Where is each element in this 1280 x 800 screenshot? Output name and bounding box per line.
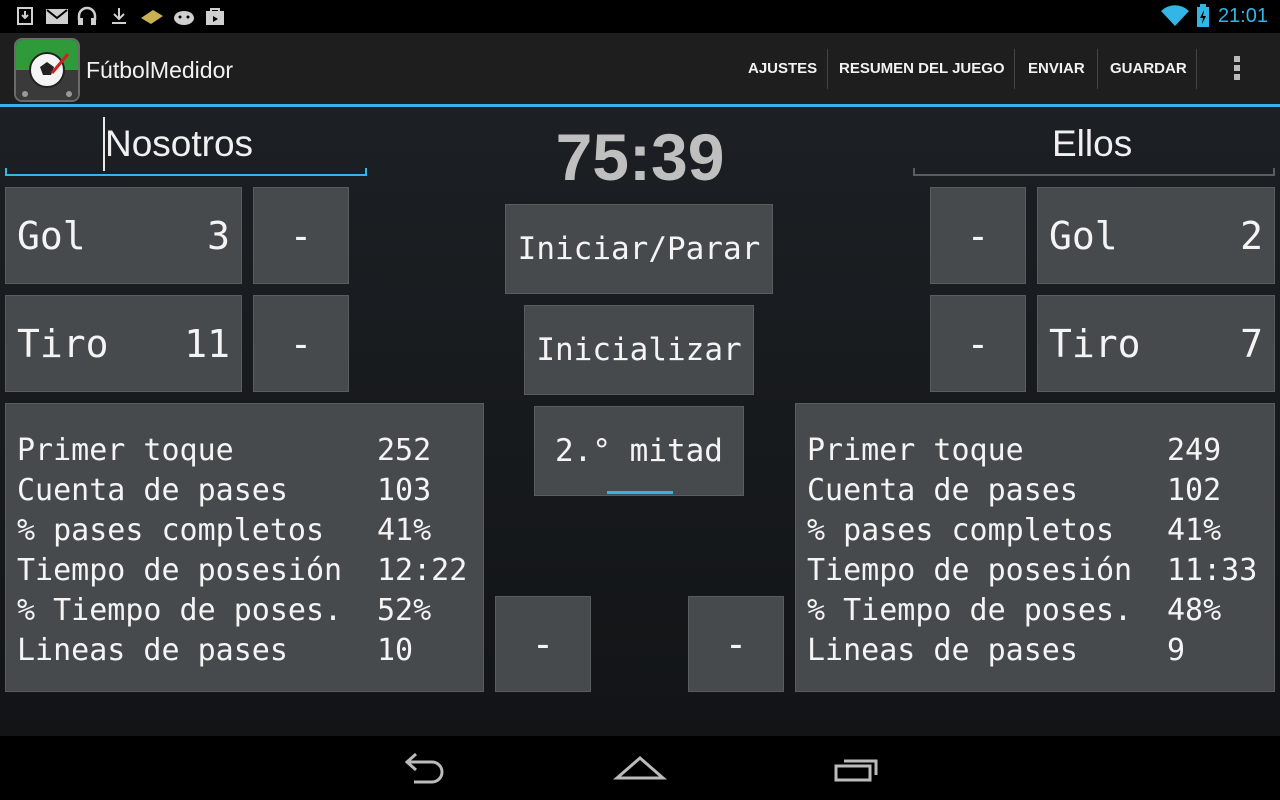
home-pases-completos: 41% — [377, 513, 432, 548]
stat-label: % Tiempo de poses. — [17, 593, 343, 628]
stat-label: Cuenta de pases — [807, 473, 1078, 508]
download-complete-icon — [14, 6, 36, 26]
home-tiempo-posesion: 12:22 — [377, 553, 468, 588]
home-gol-count: 3 — [207, 214, 230, 258]
tiro-label: Tiro — [1049, 322, 1141, 366]
shopping-bag-icon — [204, 6, 226, 26]
away-team-name-input[interactable]: Ellos — [1052, 123, 1132, 165]
home-tiro-count: 11 — [184, 322, 230, 366]
stat-label: Lineas de pases — [17, 633, 288, 668]
home-cuenta-pases: 103 — [377, 473, 432, 508]
home-team-name-input[interactable]: Nosotros — [105, 123, 253, 165]
half-selector[interactable]: 2.° mitad — [534, 406, 744, 496]
away-cuenta-pases: 102 — [1167, 473, 1222, 508]
away-tiro-button[interactable]: Tiro 7 — [1037, 295, 1275, 392]
away-gol-button[interactable]: Gol 2 — [1037, 187, 1275, 284]
away-tiempo-posesion: 11:33 — [1167, 553, 1258, 588]
ajustes-button[interactable]: AJUSTES — [748, 33, 817, 105]
home-name-underline — [5, 174, 367, 176]
overflow-menu-icon[interactable] — [1229, 53, 1245, 85]
home-tiro-button[interactable]: Tiro 11 — [5, 295, 242, 392]
home-tiempo-poses-pct: 52% — [377, 593, 432, 628]
stat-label: % pases completos — [17, 513, 325, 548]
away-tiro-minus-button[interactable]: - — [930, 295, 1026, 392]
recent-apps-icon[interactable] — [832, 748, 884, 788]
android-icon — [171, 6, 197, 26]
stat-label: Lineas de pases — [807, 633, 1078, 668]
battery-charging-icon — [1196, 4, 1210, 28]
stat-label: % Tiempo de poses. — [807, 593, 1133, 628]
status-clock: 21:01 — [1217, 5, 1268, 27]
inicializar-button[interactable]: Inicializar — [524, 305, 754, 395]
gmail-icon — [44, 6, 70, 26]
app-logo-icon[interactable] — [14, 38, 80, 102]
stat-label: Cuenta de pases — [17, 473, 288, 508]
away-name-underline-edge — [1273, 168, 1275, 176]
home-primer-toque: 252 — [377, 433, 432, 468]
scoreboard: Nosotros Ellos 75:39 Gol 3 - Tiro 11 - -… — [0, 107, 1280, 736]
home-gol-button[interactable]: Gol 3 — [5, 187, 242, 284]
app-title: FútbolMedidor — [86, 57, 234, 83]
guardar-button[interactable]: GUARDAR — [1110, 33, 1187, 105]
stat-label: % pases completos — [807, 513, 1115, 548]
away-tiempo-poses-pct: 48% — [1167, 593, 1222, 628]
action-divider — [1196, 49, 1197, 89]
action-divider — [827, 49, 828, 89]
away-stats-panel[interactable]: Primer toque Cuenta de pases % pases com… — [795, 403, 1275, 692]
home-lineas-pases: 10 — [377, 633, 414, 668]
away-gol-count: 2 — [1240, 214, 1263, 258]
home-gol-minus-button[interactable]: - — [253, 187, 349, 284]
mail-stack-icon — [139, 6, 165, 26]
match-timer: 75:39 — [555, 120, 725, 194]
half-selector-indicator — [607, 491, 673, 494]
action-divider — [1097, 49, 1098, 89]
home-icon[interactable] — [612, 748, 668, 788]
home-name-underline-edge — [5, 168, 7, 176]
away-name-underline — [913, 174, 1275, 176]
home-name-underline-edge — [365, 168, 367, 176]
gol-label: Gol — [1049, 214, 1118, 258]
tiro-label: Tiro — [17, 322, 109, 366]
stat-label: Tiempo de posesión — [17, 553, 343, 588]
iniciar-parar-button[interactable]: Iniciar/Parar — [505, 204, 773, 294]
away-tiro-count: 7 — [1240, 322, 1263, 366]
away-gol-minus-button[interactable]: - — [930, 187, 1026, 284]
away-pases-completos: 41% — [1167, 513, 1222, 548]
away-lineas-pases: 9 — [1167, 633, 1186, 668]
action-divider — [1014, 49, 1015, 89]
home-stats-panel[interactable]: Primer toque Cuenta de pases % pases com… — [5, 403, 484, 692]
stat-label: Primer toque — [807, 433, 1024, 468]
navigation-bar — [0, 736, 1280, 800]
resumen-del-juego-button[interactable]: RESUMEN DEL JUEGO — [839, 33, 1005, 105]
center-left-minus-button[interactable]: - — [495, 596, 591, 692]
status-bar: 21:01 — [0, 0, 1280, 33]
action-bar: FútbolMedidor AJUSTES RESUMEN DEL JUEGO … — [0, 33, 1280, 105]
away-primer-toque: 249 — [1167, 433, 1222, 468]
stat-label: Tiempo de posesión — [807, 553, 1133, 588]
center-right-minus-button[interactable]: - — [688, 596, 784, 692]
headphones-icon — [76, 6, 98, 26]
back-icon[interactable] — [398, 748, 450, 788]
gol-label: Gol — [17, 214, 86, 258]
download-icon — [108, 6, 130, 26]
home-tiro-minus-button[interactable]: - — [253, 295, 349, 392]
stat-label: Primer toque — [17, 433, 234, 468]
away-name-underline-edge — [913, 168, 915, 176]
text-cursor — [103, 117, 105, 171]
enviar-button[interactable]: ENVIAR — [1028, 33, 1085, 105]
wifi-icon — [1160, 4, 1190, 28]
